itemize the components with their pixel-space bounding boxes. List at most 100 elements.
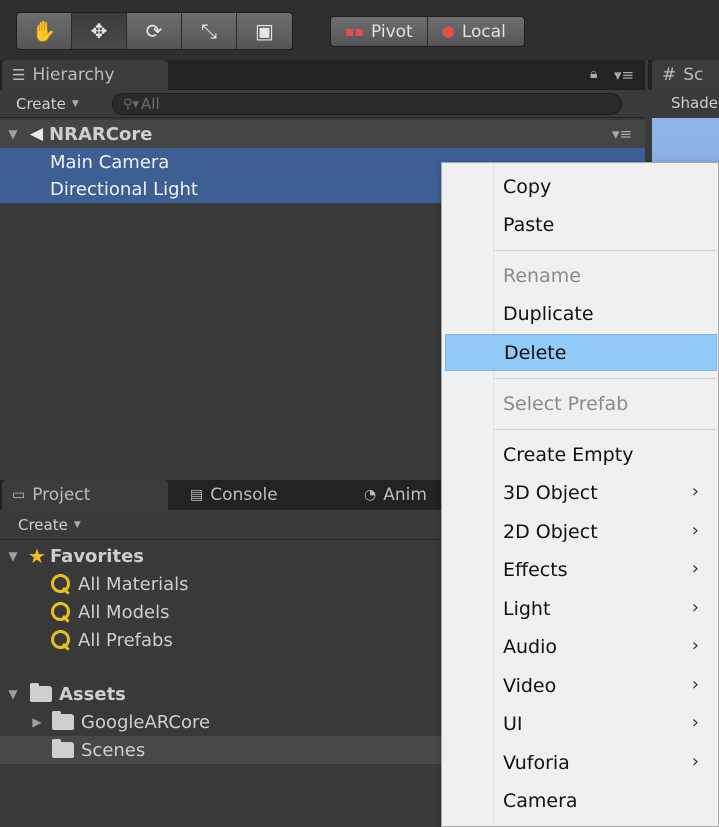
favorite-item-label: All Models xyxy=(78,601,170,623)
console-icon: ▤ xyxy=(190,487,204,503)
context-menu: Copy Paste Rename Duplicate Delete Selec… xyxy=(441,162,719,827)
expand-triangle-icon[interactable]: ▼ xyxy=(4,549,22,563)
hierarchy-item-label: Main Camera xyxy=(50,151,170,173)
chevron-right-icon: › xyxy=(691,674,699,695)
move-tool-button[interactable]: ✥ xyxy=(72,13,127,49)
menu-item-copy[interactable]: Copy xyxy=(445,168,717,205)
menu-item-label: 3D Object xyxy=(503,481,598,504)
menu-item-camera[interactable]: Camera xyxy=(445,782,717,819)
chevron-down-icon: ▼ xyxy=(71,99,79,109)
hand-tool-button[interactable]: ✋ xyxy=(17,13,72,49)
menu-separator xyxy=(494,250,716,251)
menu-item-label: Light xyxy=(503,597,551,620)
rect-tool-icon: ▣ xyxy=(255,19,274,43)
hierarchy-toolbar: Create ▼ ⚲▾ All xyxy=(0,90,645,118)
menu-item-video[interactable]: Video › xyxy=(445,667,717,704)
menu-item-label: Video xyxy=(503,674,557,697)
chevron-right-icon: › xyxy=(691,635,699,656)
tab-console-label: Console xyxy=(210,485,278,505)
chevron-right-icon: › xyxy=(691,597,699,618)
rotate-icon: ⟳ xyxy=(145,19,163,43)
expand-triangle-icon[interactable]: ▼ xyxy=(4,127,22,141)
menu-item-label: Select Prefab xyxy=(503,392,629,415)
tab-animation-label: Anim xyxy=(383,485,427,505)
unity-scene-icon: ◀ xyxy=(30,124,44,144)
grid-icon: # xyxy=(662,65,677,85)
hierarchy-create-button[interactable]: Create ▼ xyxy=(10,93,85,115)
hierarchy-item-label: Directional Light xyxy=(50,179,198,200)
favorite-item[interactable]: All Materials xyxy=(0,570,189,598)
chevron-right-icon: › xyxy=(691,481,699,502)
favorite-item-label: All Materials xyxy=(78,573,189,595)
menu-item-label: UI xyxy=(503,712,523,735)
menu-item-label: Paste xyxy=(503,213,555,236)
chevron-right-icon: › xyxy=(691,520,699,541)
menu-item-label: Camera xyxy=(503,789,578,812)
tab-project-label: Project xyxy=(32,485,91,505)
favorite-item[interactable]: All Prefabs xyxy=(0,626,173,654)
favorites-label: Favorites xyxy=(49,545,144,567)
main-toolbar: ✋ ✥ ⟳ ⤡ ▣ ▪▪ Pivot ⬢ Local xyxy=(0,0,719,60)
scene-menu-icon[interactable]: ▾≡ xyxy=(612,125,632,143)
menu-item-ui[interactable]: UI › xyxy=(445,705,717,742)
shading-mode-dropdown[interactable]: Shade xyxy=(671,94,718,112)
favorite-item[interactable]: All Models xyxy=(0,598,169,626)
menu-item-label: Delete xyxy=(504,341,567,364)
menu-item-vuforia[interactable]: Vuforia › xyxy=(445,744,717,781)
menu-item-label: Duplicate xyxy=(503,302,594,325)
expand-triangle-icon[interactable]: ▼ xyxy=(4,687,22,701)
lock-icon[interactable]: 🔒︎ xyxy=(590,66,597,82)
scale-icon: ⤡ xyxy=(201,19,217,43)
chevron-right-icon: › xyxy=(691,558,699,579)
menu-item-paste[interactable]: Paste xyxy=(445,206,717,243)
scene-row[interactable]: ▼ ◀ NRARCore ▾≡ xyxy=(0,120,645,148)
menu-item-label: Effects xyxy=(503,558,568,581)
scene-toolbar: Shade xyxy=(652,90,719,118)
tab-hierarchy[interactable]: ☰ Hierarchy xyxy=(2,60,168,90)
menu-item-light[interactable]: Light › xyxy=(445,590,717,627)
hierarchy-create-label: Create xyxy=(16,95,66,113)
tab-animation[interactable]: ◔ Anim xyxy=(354,480,454,510)
folder-icon xyxy=(52,711,74,730)
tab-project[interactable]: ▭ Project xyxy=(2,480,168,510)
folder-icon xyxy=(52,739,74,758)
project-create-label: Create xyxy=(18,516,68,534)
local-icon: ⬢ xyxy=(441,22,455,41)
hand-icon: ✋ xyxy=(31,19,57,43)
tab-scene[interactable]: # Sc xyxy=(652,60,719,90)
clock-icon: ◔ xyxy=(364,487,377,503)
panel-menu-icon[interactable]: ▾≡ xyxy=(614,66,634,84)
menu-item-effects[interactable]: Effects › xyxy=(445,551,717,588)
tab-console[interactable]: ▤ Console xyxy=(180,480,340,510)
chevron-down-icon: ▼ xyxy=(73,520,81,530)
scale-tool-button[interactable]: ⤡ xyxy=(182,13,237,49)
tab-scene-label: Sc xyxy=(683,65,704,85)
menu-item-label: Rename xyxy=(503,264,581,287)
local-label: Local xyxy=(461,21,506,42)
menu-item-audio[interactable]: Audio › xyxy=(445,628,717,665)
rect-tool-button[interactable]: ▣ xyxy=(237,13,292,49)
hierarchy-tabbar: ☰ Hierarchy 🔒︎ ▾≡ xyxy=(0,60,645,90)
menu-item-label: Audio xyxy=(503,635,558,658)
expand-triangle-icon[interactable]: ▶ xyxy=(28,715,46,729)
scene-name: NRARCore xyxy=(49,123,153,145)
menu-item-2d-object[interactable]: 2D Object › xyxy=(445,513,717,550)
project-create-button[interactable]: Create ▼ xyxy=(12,514,87,536)
transform-tools: ✋ ✥ ⟳ ⤡ ▣ xyxy=(16,12,293,50)
tab-hierarchy-label: Hierarchy xyxy=(32,65,115,85)
menu-item-duplicate[interactable]: Duplicate xyxy=(445,295,717,332)
local-button[interactable]: ⬢ Local xyxy=(428,17,524,46)
rotate-tool-button[interactable]: ⟳ xyxy=(127,13,182,49)
folder-icon xyxy=(30,683,52,702)
pivot-local-group: ▪▪ Pivot ⬢ Local xyxy=(330,16,525,47)
menu-item-delete[interactable]: Delete xyxy=(445,334,717,371)
pivot-button[interactable]: ▪▪ Pivot xyxy=(331,17,428,46)
menu-item-label: 2D Object xyxy=(503,520,598,543)
list-icon: ☰ xyxy=(12,66,26,84)
pivot-label: Pivot xyxy=(370,21,413,42)
menu-item-3d-object[interactable]: 3D Object › xyxy=(445,474,717,511)
search-icon xyxy=(50,629,72,651)
menu-item-create-empty[interactable]: Create Empty xyxy=(445,436,717,473)
menu-item-select-prefab: Select Prefab xyxy=(445,385,717,422)
hierarchy-search-input[interactable]: ⚲▾ All xyxy=(112,93,622,115)
